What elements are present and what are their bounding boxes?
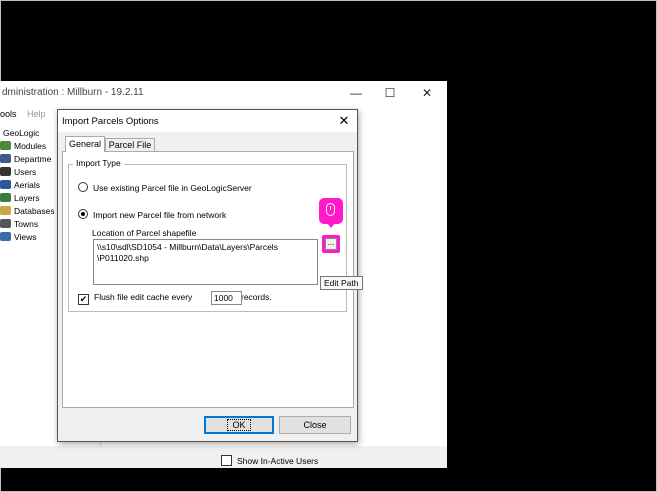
- tree-item-views[interactable]: Views: [0, 231, 60, 244]
- app-close-button[interactable]: ✕: [413, 83, 441, 103]
- views-icon: [0, 232, 11, 241]
- option-network-parcel[interactable]: Import new Parcel file from network: [78, 209, 226, 220]
- tree-root[interactable]: GeoLogic: [0, 127, 60, 140]
- towns-icon: [0, 219, 11, 228]
- mouse-wheel-line: [330, 206, 331, 210]
- dialog-title: Import Parcels Options: [62, 116, 159, 127]
- navigation-tree: GeoLogic Modules Departme Users Aerials …: [0, 127, 60, 244]
- tree-item-databases[interactable]: Databases: [0, 205, 60, 218]
- location-label: Location of Parcel shapefile: [92, 228, 197, 238]
- radio-network[interactable]: [78, 209, 88, 219]
- layers-icon: [0, 193, 11, 202]
- close-button[interactable]: Close: [279, 416, 351, 434]
- import-parcels-dialog: Import Parcels Options ✕ General Parcel …: [57, 109, 363, 442]
- option-existing-label: Use existing Parcel file in GeoLogicServ…: [93, 183, 252, 193]
- app-title: dministration : Millburn - 19.2.11: [2, 87, 144, 98]
- database-icon: [0, 206, 11, 215]
- minimize-button[interactable]: —: [342, 83, 370, 103]
- flush-suffix-label: records.: [241, 292, 272, 302]
- app-titlebar: dministration : Millburn - 19.2.11 — ☐ ✕: [0, 81, 447, 105]
- import-type-legend: Import Type: [73, 158, 124, 168]
- department-icon: [0, 154, 11, 163]
- tree-item-users[interactable]: Users: [0, 166, 60, 179]
- option-network-label: Import new Parcel file from network: [93, 210, 227, 220]
- dialog-titlebar: Import Parcels Options ✕: [58, 110, 357, 132]
- shapefile-path-value: \\s10\sdl\SD1054 - Millburn\Data\Layers\…: [97, 242, 278, 263]
- tree-item-aerials[interactable]: Aerials: [0, 179, 60, 192]
- tree-item-modules[interactable]: Modules: [0, 140, 60, 153]
- show-inactive-label: Show In-Active Users: [237, 456, 319, 466]
- ok-button[interactable]: OK: [204, 416, 274, 434]
- checkbox-box[interactable]: [221, 455, 232, 466]
- edit-path-tooltip: Edit Path: [320, 276, 363, 290]
- flush-cache-row: ✔ Flush file edit cache every: [78, 292, 192, 305]
- tab-general[interactable]: General: [65, 136, 105, 152]
- show-inactive-checkbox[interactable]: Show In-Active Users: [221, 455, 318, 466]
- flush-cache-checkbox[interactable]: ✔: [78, 294, 89, 305]
- ellipsis-icon: ...: [325, 238, 337, 250]
- menu-help[interactable]: Help: [27, 109, 46, 119]
- dialog-close-icon[interactable]: ✕: [334, 112, 354, 130]
- tree-item-layers[interactable]: Layers: [0, 192, 60, 205]
- maximize-button[interactable]: ☐: [376, 83, 404, 103]
- radio-existing[interactable]: [78, 182, 88, 192]
- click-marker: [319, 198, 343, 224]
- flush-prefix-label: Flush file edit cache every: [94, 292, 193, 302]
- click-marker-tail: [327, 223, 335, 228]
- tree-item-towns[interactable]: Towns: [0, 218, 60, 231]
- aerials-icon: [0, 180, 11, 189]
- ok-label: OK: [227, 419, 251, 431]
- menu-tools[interactable]: ools: [0, 109, 17, 119]
- tree-item-departments[interactable]: Departme: [0, 153, 60, 166]
- option-existing-parcel[interactable]: Use existing Parcel file in GeoLogicServ…: [78, 182, 252, 193]
- users-icon: [0, 167, 11, 176]
- edit-path-button[interactable]: ...: [322, 235, 340, 253]
- modules-icon: [0, 141, 11, 150]
- tab-parcel-file[interactable]: Parcel File: [105, 138, 155, 152]
- cache-records-input[interactable]: 1000: [211, 291, 242, 305]
- shapefile-path-field[interactable]: \\s10\sdl\SD1054 - Millburn\Data\Layers\…: [93, 239, 318, 285]
